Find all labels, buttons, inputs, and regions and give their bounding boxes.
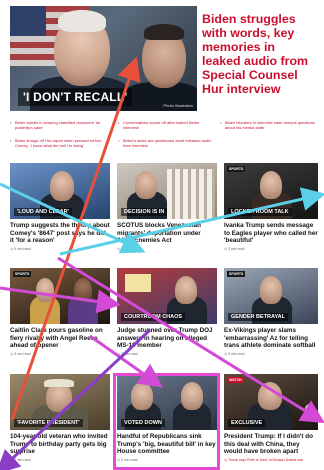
related-link[interactable]: Biden blunders in interview raise seriou… [220, 120, 316, 130]
story-label: COURTROOM CHAOS [121, 313, 186, 321]
section-tag: SPORTS [227, 166, 246, 172]
read-time: 3 min read [10, 458, 110, 462]
hero-person-1-hair-top [58, 10, 106, 32]
story-card[interactable]: WATCH EXCLUSIVE President Trump: If I di… [224, 374, 318, 462]
section-tag: SPORTS [227, 271, 246, 277]
story-label: GENDER BETRAYAL [228, 313, 288, 321]
hero-headline[interactable]: Biden struggles with words, key memories… [202, 12, 316, 96]
story-card[interactable]: SPORTS GENDER BETRAYAL Ex-Vikings player… [224, 268, 318, 356]
story-thumbnail[interactable]: SPORTS GENDER BETRAYAL [224, 268, 318, 324]
story-card[interactable]: 'FAVORITE PRESIDENT' 104-year-old vetera… [10, 374, 110, 462]
read-time: 3 min read [224, 352, 318, 356]
story-headline[interactable]: Trump suggests the theory about Comey's … [10, 222, 110, 245]
player-1-face [36, 278, 54, 302]
story-headline[interactable]: Judge stunned over Trump DOJ answers in … [117, 327, 217, 350]
cap-graphic [44, 379, 74, 387]
person-face [260, 276, 282, 304]
read-time: 5 min read [10, 247, 110, 251]
read-time: 3 min read [117, 352, 217, 356]
person-face [50, 171, 74, 201]
read-time: 3 min read [224, 247, 318, 251]
player-2-face [74, 278, 92, 302]
related-link[interactable]: Biden's aides are questioned amid releas… [118, 138, 216, 148]
story-thumbnail[interactable]: 'LOUD AND CLEAR' [10, 163, 110, 219]
hero-person-2-hair [144, 24, 184, 40]
story-label: 'LOUD AND CLEAR' [14, 208, 72, 216]
story-thumbnail[interactable]: COURTROOM CHAOS [117, 268, 217, 324]
related-link[interactable]: Trump says Putin is 'tired' of Russia-Uk… [224, 458, 318, 462]
story-card[interactable]: SPORTS LOCKER ROOM TALK Ivanka Trump sen… [224, 163, 318, 251]
story-headline[interactable]: SCOTUS blocks Venezuelan migrants' depor… [117, 222, 217, 245]
play-icon[interactable] [305, 404, 315, 414]
story-headline[interactable]: Ex-Vikings player slams 'embarrassing' A… [224, 327, 318, 350]
hero-photo-credit: Photo illustration [163, 103, 193, 108]
story-thumbnail[interactable]: SPORTS LOCKER ROOM TALK [224, 163, 318, 219]
read-time: 3 min read [117, 247, 217, 251]
protest-sign-graphic [125, 274, 151, 292]
person-face [175, 276, 197, 304]
highlight-box [113, 373, 220, 470]
court-columns-graphic [167, 169, 215, 219]
story-card[interactable]: DECISION IS IN SCOTUS blocks Venezuelan … [117, 163, 217, 251]
story-label: EXCLUSIVE [228, 419, 266, 427]
story-card[interactable]: 'LOUD AND CLEAR' Trump suggests the theo… [10, 163, 110, 251]
story-headline[interactable]: Ivanka Trump sends message to Eagles pla… [224, 222, 318, 245]
story-card[interactable]: COURTROOM CHAOS Judge stunned over Trump… [117, 268, 217, 356]
person-face [260, 171, 282, 199]
story-label: DECISION IS IN [121, 208, 168, 216]
story-label: LOCKER ROOM TALK [228, 208, 292, 216]
story-thumbnail[interactable]: DECISION IS IN [117, 163, 217, 219]
related-link[interactable]: Conservatives sound off after leaked Bid… [118, 120, 216, 130]
story-headline[interactable]: President Trump: If I didn't do this dea… [224, 433, 318, 456]
story-thumbnail[interactable]: SPORTS [10, 268, 110, 324]
story-headline[interactable]: Caitlin Clark pours gasoline on fiery ri… [10, 327, 110, 350]
section-tag: SPORTS [13, 271, 32, 277]
person-face [258, 382, 282, 410]
hero-story[interactable]: 'I DON'T RECALL' Photo illustration Bide… [10, 6, 316, 114]
read-time: 3 min read [10, 352, 110, 356]
story-thumbnail[interactable]: WATCH EXCLUSIVE [224, 374, 318, 430]
related-link[interactable]: Biden shrugs off Hur report when pressed… [10, 138, 108, 148]
story-card[interactable]: SPORTS Caitlin Clark pours gasoline on f… [10, 268, 110, 356]
person-face [135, 171, 157, 199]
story-label: 'FAVORITE PRESIDENT' [14, 419, 83, 427]
hero-image[interactable]: 'I DON'T RECALL' Photo illustration [10, 6, 197, 111]
related-link[interactable]: Biden admits to keeping classified docum… [10, 120, 108, 130]
story-headline[interactable]: 104-year-old veteran who invited Trump t… [10, 433, 110, 456]
hero-badge: 'I DON'T RECALL' [18, 88, 133, 106]
story-thumbnail[interactable]: 'FAVORITE PRESIDENT' [10, 374, 110, 430]
watch-tag: WATCH [227, 377, 244, 383]
